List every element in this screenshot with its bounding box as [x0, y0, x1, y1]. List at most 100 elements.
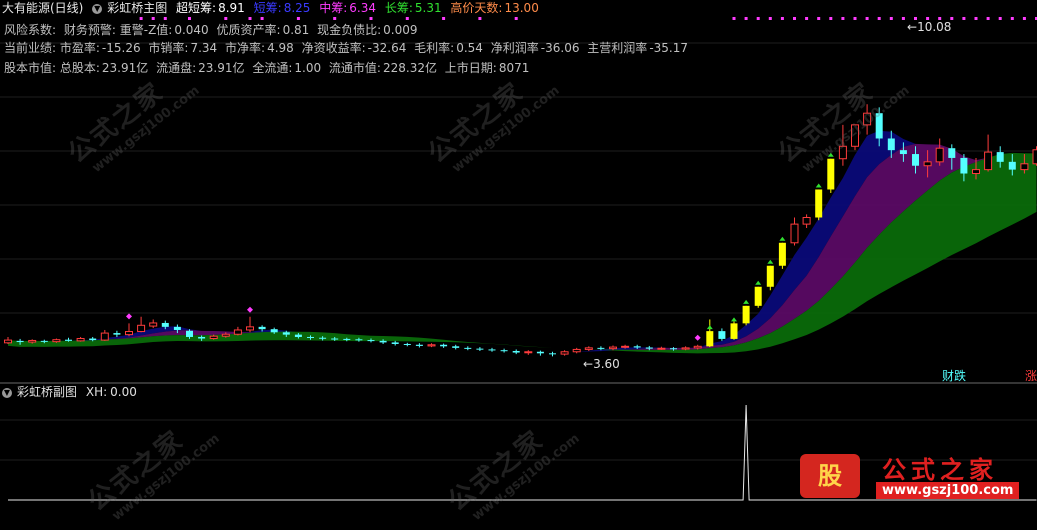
info-line-performance: 当前业绩: 市盈率:-15.26 市销率:7.34 市净率:4.98 净资收益率…	[4, 40, 692, 56]
candle-body	[827, 159, 834, 190]
signal-dot	[261, 17, 264, 20]
signal-dot	[442, 17, 445, 20]
candle-body	[501, 350, 508, 351]
main-header: 大有能源(日线) ▼彩虹桥主图 超短筹:8.91 短筹:8.25 中筹:6.34…	[2, 0, 544, 16]
float-shares-value: 23.91亿	[198, 61, 244, 75]
sub-indicator-name[interactable]: 彩虹桥副图	[17, 385, 77, 399]
limit-up-marker	[743, 300, 749, 304]
listing-date-label: 上市日期:	[445, 61, 497, 75]
candle-body	[658, 348, 665, 349]
candle-body	[283, 332, 290, 334]
candle-body	[101, 333, 108, 340]
low-price-label: 3.60	[593, 357, 620, 371]
mid-chip-label: 中筹:	[319, 1, 347, 15]
candle-body	[900, 150, 907, 154]
candle-body	[41, 341, 48, 342]
risk-label: 风险系数:	[4, 23, 56, 37]
candle-body	[743, 306, 750, 324]
candle-body	[343, 339, 350, 340]
candle-body	[65, 340, 72, 341]
candle-body	[234, 330, 241, 334]
signal-dot	[890, 17, 893, 20]
candle-body	[222, 334, 229, 336]
site-logo: 股 公式之家 www.gszj100.com	[796, 446, 1024, 504]
candle-body	[138, 325, 145, 331]
high-price-days-label: 高价天数:	[450, 1, 502, 15]
candle-body	[1009, 162, 1016, 170]
cash-debt-label: 现金负债比:	[317, 23, 381, 37]
logo-badge: 股	[800, 454, 860, 498]
bottom-tag-right: 涨	[1025, 369, 1037, 383]
candle-body	[331, 339, 338, 340]
ps-value: 7.34	[190, 41, 217, 55]
gross-margin-label: 毛利率:	[414, 41, 454, 55]
candle-body	[670, 348, 677, 349]
candle-body	[682, 348, 689, 349]
peak-signal	[126, 313, 132, 319]
candle-body	[150, 323, 157, 326]
signal-dot	[757, 17, 760, 20]
peak-signal	[247, 307, 253, 313]
candle-body	[525, 352, 532, 353]
candle-body	[1021, 164, 1028, 170]
candle-body	[803, 217, 810, 224]
collapse-icon[interactable]: ▼	[92, 4, 102, 14]
low-price-marker: ←3.60	[583, 357, 620, 371]
signal-dot	[745, 17, 748, 20]
candle-body	[852, 125, 859, 146]
full-float-value: 1.00	[294, 61, 321, 75]
signal-dot	[224, 17, 227, 20]
super-short-chip-value: 8.91	[218, 1, 245, 15]
net-margin-value: -36.06	[541, 41, 580, 55]
main-margin-label: 主营利润率	[587, 41, 647, 55]
signal-dot	[829, 17, 832, 20]
full-float-label: 全流通:	[252, 61, 292, 75]
signal-dot	[878, 17, 881, 20]
candle-body	[307, 337, 314, 338]
candle-body	[464, 348, 471, 349]
z-value-label: 财务预警: 重警-Z值:	[64, 23, 172, 37]
indicator-name[interactable]: 彩虹桥主图	[107, 1, 167, 15]
ps-label: 市销率:	[148, 41, 188, 55]
signal-dot	[817, 17, 820, 20]
candle-body	[985, 152, 992, 170]
candle-body	[513, 351, 520, 353]
float-cap-value: 228.32亿	[383, 61, 437, 75]
signal-dot	[793, 17, 796, 20]
candle-body	[936, 148, 943, 162]
candle-body	[380, 341, 387, 343]
signal-dot	[140, 17, 143, 20]
limit-up-marker	[755, 281, 761, 285]
pe-label: 当前业绩: 市盈率:	[4, 41, 100, 55]
candle-body	[791, 224, 798, 243]
gross-margin-value: 0.54	[456, 41, 483, 55]
candle-body	[452, 346, 459, 348]
candle-body	[597, 348, 604, 349]
pb-value: 4.98	[267, 41, 294, 55]
candle-body	[198, 337, 205, 339]
signal-dot	[515, 17, 518, 20]
stock-name[interactable]: 大有能源(日线)	[2, 1, 83, 15]
signal-dot	[769, 17, 772, 20]
signal-dot	[902, 17, 905, 20]
long-chip-value: 5.31	[415, 1, 442, 15]
signal-dot	[333, 17, 336, 20]
candle-body	[440, 345, 447, 347]
candle-body	[295, 335, 302, 337]
z-value: 0.040	[174, 23, 208, 37]
candle-body	[948, 148, 955, 158]
signal-dot	[152, 17, 155, 20]
total-shares-value: 23.91亿	[102, 61, 148, 75]
signal-dot	[733, 17, 736, 20]
chart-canvas[interactable]	[0, 0, 1037, 508]
signal-dot	[1011, 17, 1014, 20]
collapse-icon[interactable]: ▼	[2, 388, 12, 398]
candle-body	[561, 352, 568, 354]
candle-body	[694, 346, 701, 348]
candle-body	[17, 341, 24, 342]
candle-body	[186, 331, 193, 337]
candle-body	[718, 331, 725, 339]
candle-body	[126, 332, 133, 335]
signal-dot	[999, 17, 1002, 20]
candle-body	[77, 339, 84, 341]
